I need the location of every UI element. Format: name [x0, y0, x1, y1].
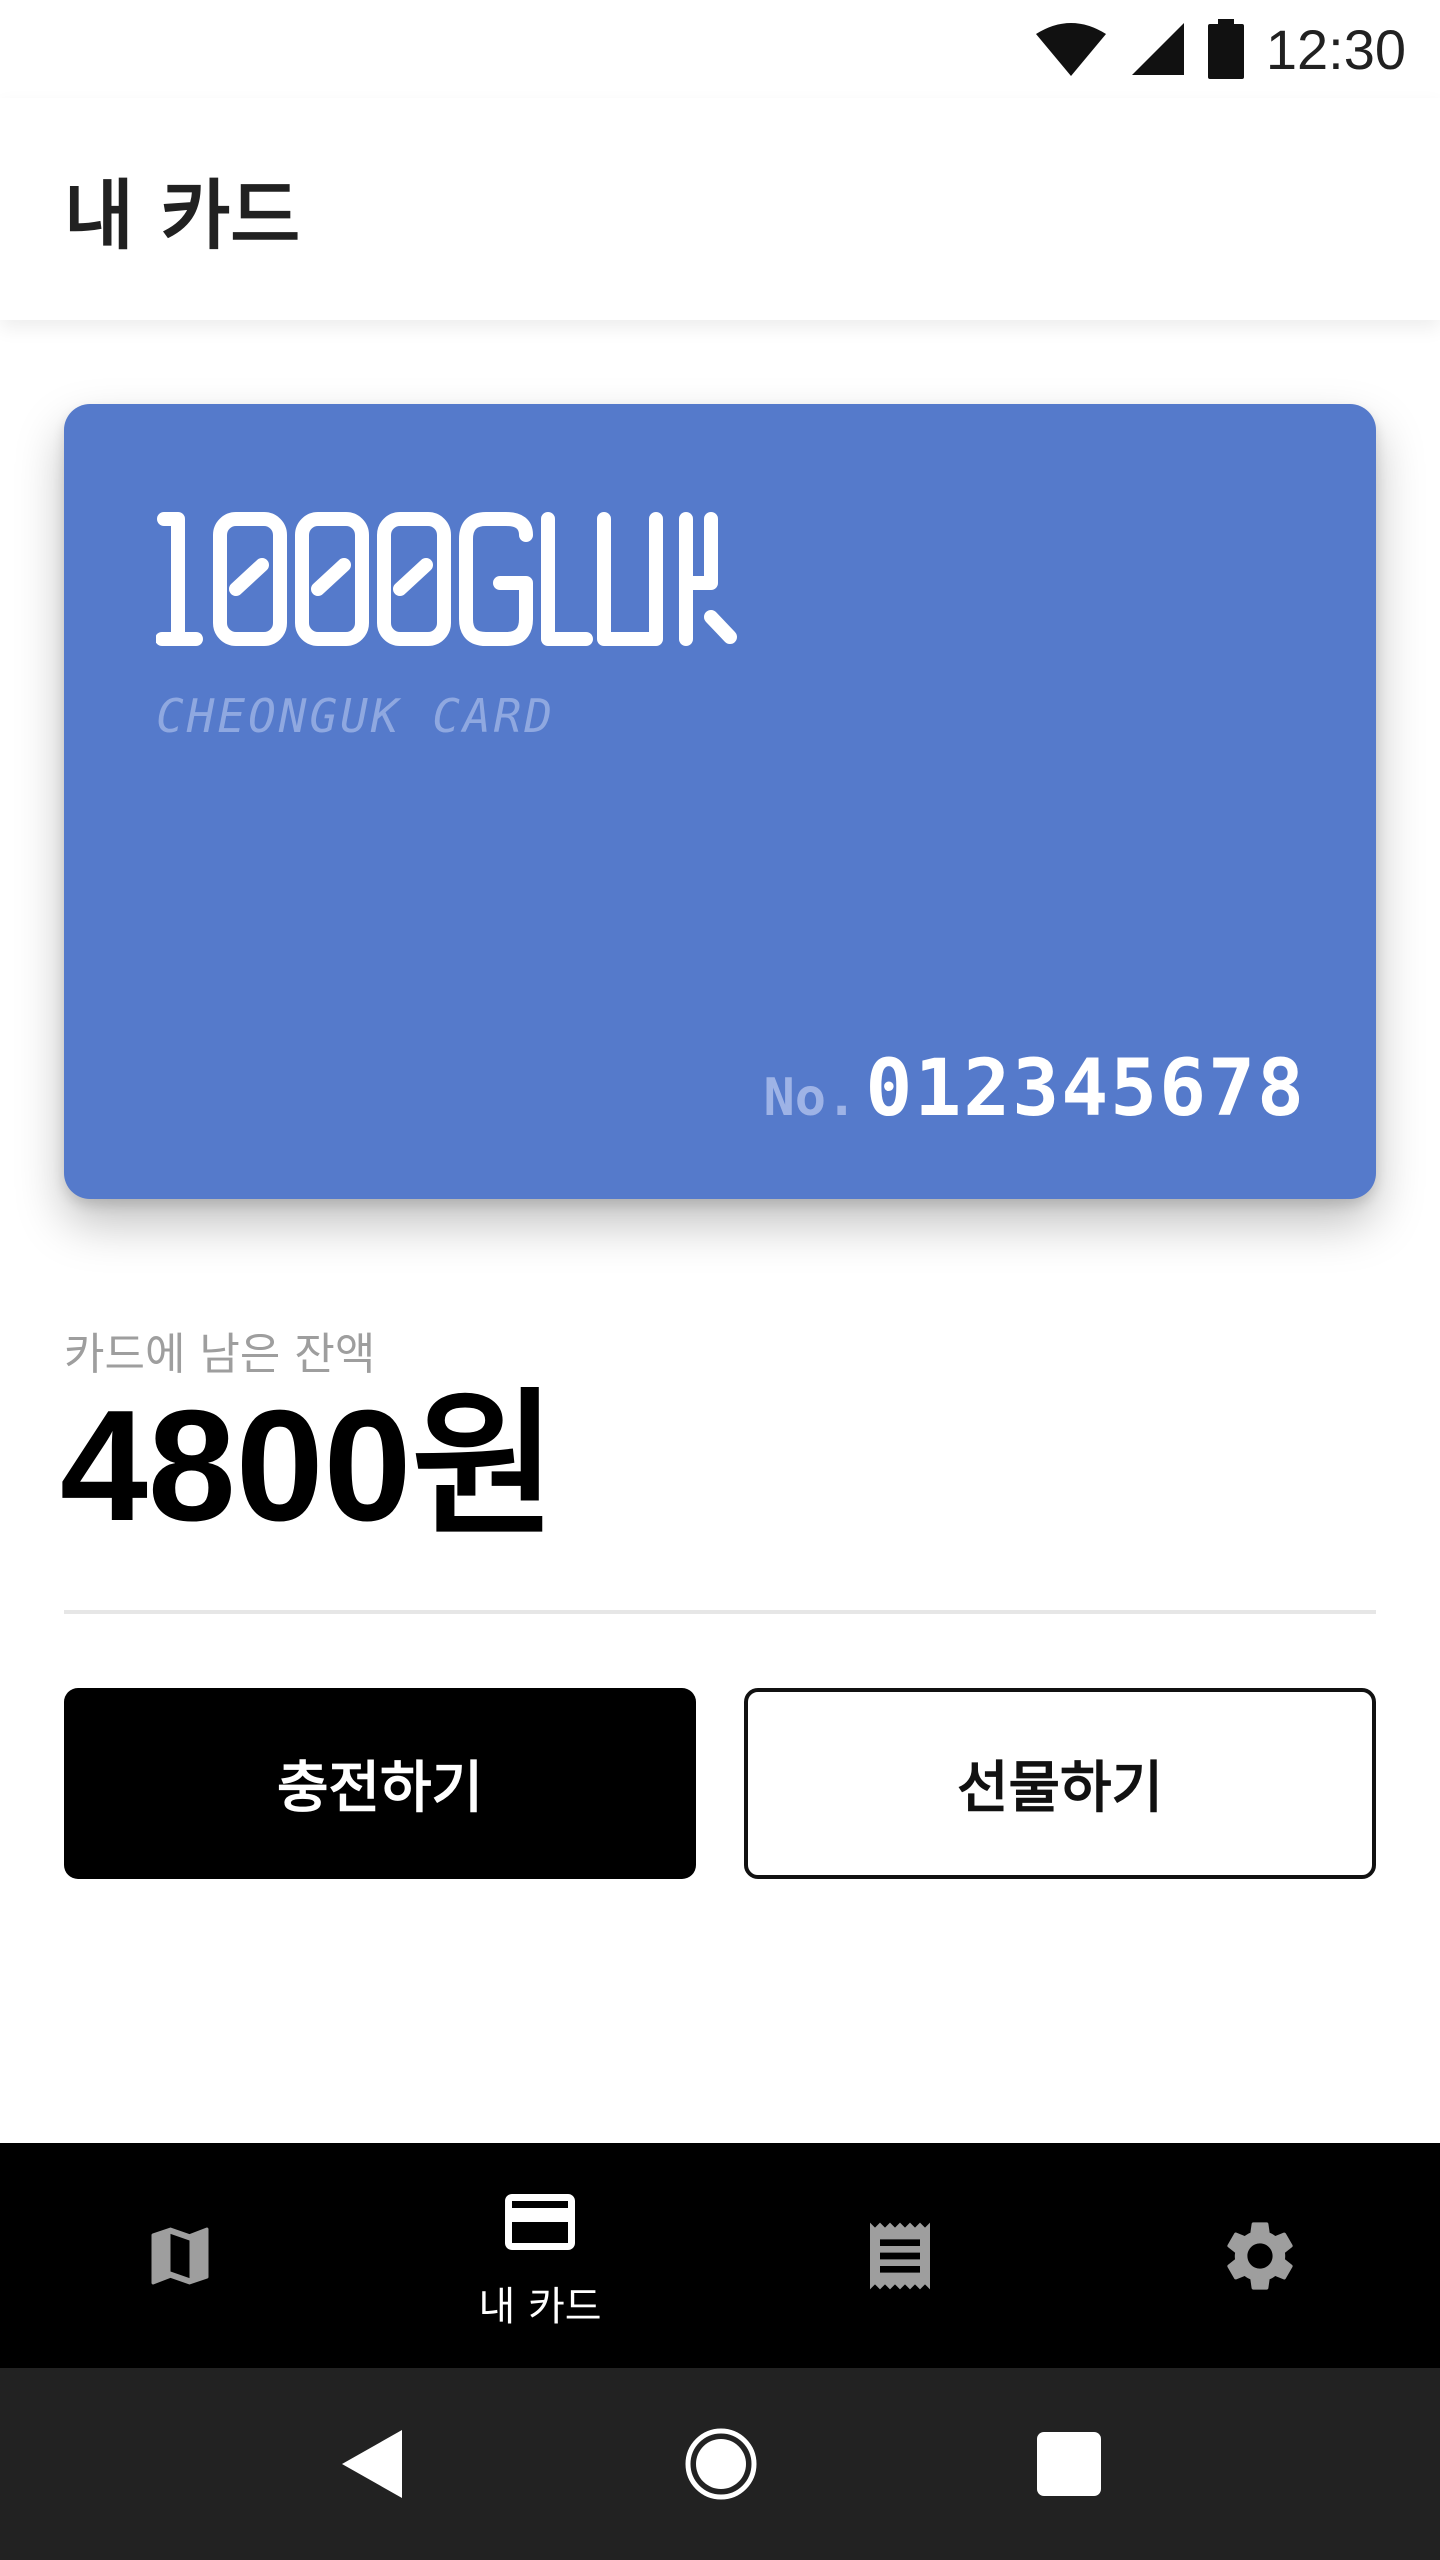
bottom-navigation: 내 카드 [0, 2143, 1440, 2368]
card-number: 012345678 [865, 1044, 1306, 1134]
card-brand-logo [156, 512, 737, 646]
page-title: 내 카드 [64, 171, 301, 260]
settings-gear-icon [1227, 2221, 1293, 2290]
card-number-row: No. 012345678 [763, 1044, 1306, 1134]
wifi-icon [1035, 23, 1106, 76]
balance-label: 카드에 남은 잔액 [64, 1329, 376, 1380]
home-icon[interactable] [682, 2425, 760, 2503]
screen: 12:30 내 카드 CHEONGUK CARD No. 012345678 카… [0, 0, 1440, 2560]
charge-button[interactable]: 충전하기 [64, 1688, 696, 1879]
nav-item-label: 내 카드 [478, 2283, 602, 2330]
card-number-prefix: No. [763, 1068, 858, 1128]
nav-item-map[interactable] [0, 2143, 360, 2368]
credit-card-icon [505, 2193, 575, 2250]
nav-item-settings[interactable] [1080, 2143, 1440, 2368]
nav-item-my-card[interactable]: 내 카드 [360, 2143, 720, 2368]
recents-icon[interactable] [1036, 2431, 1102, 2497]
map-icon [151, 2227, 209, 2284]
back-icon[interactable] [338, 2426, 406, 2502]
receipt-icon [870, 2222, 930, 2289]
gift-button[interactable]: 선물하기 [744, 1688, 1376, 1879]
status-time: 12:30 [1265, 17, 1406, 81]
status-bar: 12:30 [0, 0, 1440, 98]
balance-amount: 4800원 [60, 1378, 557, 1554]
app-bar: 내 카드 [0, 98, 1440, 320]
membership-card[interactable]: CHEONGUK CARD No. 012345678 [64, 404, 1376, 1199]
battery-icon [1207, 19, 1244, 79]
card-subtitle: CHEONGUK CARD [156, 689, 556, 743]
system-navigation-bar [0, 2368, 1440, 2560]
nav-item-receipt[interactable] [720, 2143, 1080, 2368]
divider [64, 1610, 1376, 1614]
cellular-signal-icon [1131, 23, 1184, 75]
